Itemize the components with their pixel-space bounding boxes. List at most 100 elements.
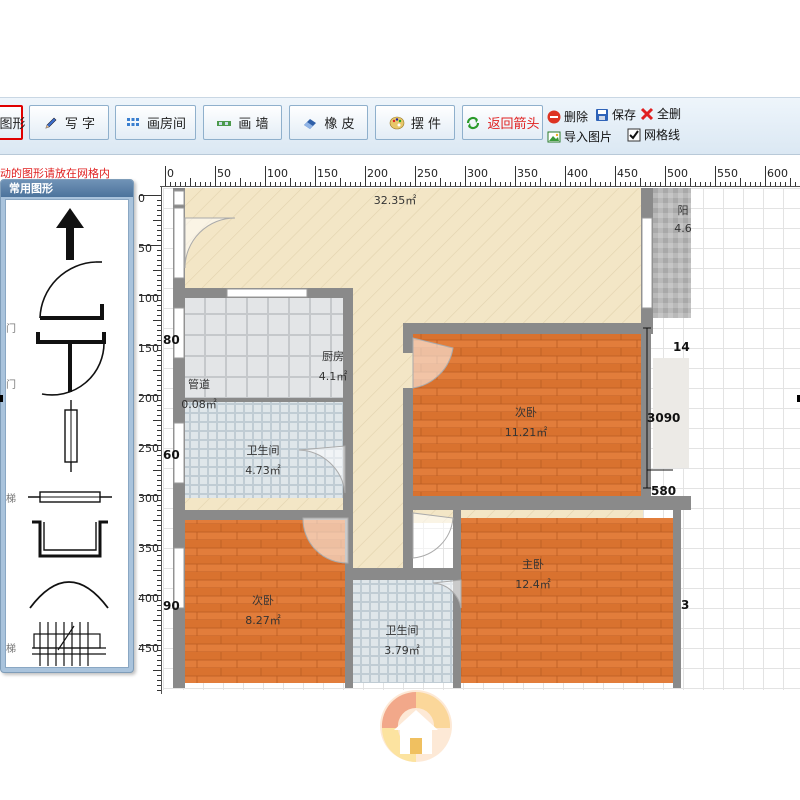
ruler-x-tick	[205, 182, 206, 186]
resize-handle[interactable]	[0, 395, 3, 402]
refresh-icon	[467, 116, 480, 129]
ruler-y-tick	[157, 425, 161, 426]
checkbox-checked-icon[interactable]	[627, 128, 641, 142]
ruler-y-tick	[157, 690, 161, 691]
ruler-x-tick	[725, 182, 726, 186]
window-horizontal-shape[interactable]	[28, 486, 112, 508]
save-button[interactable]: 保存	[595, 106, 636, 123]
ruler-x-tick	[550, 182, 551, 186]
single-door-shape[interactable]	[32, 258, 108, 322]
delete-button[interactable]: 删除	[547, 108, 588, 125]
ruler-x-tick	[500, 182, 501, 186]
ruler-x-tick	[210, 182, 211, 186]
ruler-x-tick	[295, 182, 296, 186]
ruler-x-tick	[560, 182, 561, 186]
ruler-x-tick	[290, 178, 291, 186]
dim-label: 14	[673, 340, 690, 354]
ruler-y-tick	[157, 315, 161, 316]
write-text-button[interactable]: 写 字	[29, 105, 109, 140]
ruler-y-tick	[157, 300, 161, 301]
ruler-x-tick	[515, 166, 516, 186]
pipe-name: 管道	[188, 377, 210, 391]
ruler-y-tick	[139, 345, 161, 346]
ruler-y-tick	[157, 575, 161, 576]
kitchen-name: 厨房	[322, 350, 344, 363]
ruler-y-tick	[157, 685, 161, 686]
ruler-x-tick	[325, 182, 326, 186]
ruler-x-tick	[760, 182, 761, 186]
ruler-y-tick	[157, 375, 161, 376]
ruler-y-tick	[157, 275, 161, 276]
ruler-y-tick	[157, 225, 161, 226]
ruler-y-tick	[157, 630, 161, 631]
ruler-y-tick	[139, 245, 161, 246]
ruler-x-tick	[345, 182, 346, 186]
staircase-shape[interactable]	[30, 620, 108, 668]
draw-wall-button[interactable]: 画 墙	[203, 105, 282, 140]
ruler-y-tick	[157, 365, 161, 366]
ruler-y-tick	[157, 625, 161, 626]
delete-all-button[interactable]: 全删	[640, 105, 681, 122]
ruler-y-tick	[157, 610, 161, 611]
ruler-x-tick	[535, 182, 536, 186]
ruler-x-tick	[320, 182, 321, 186]
ruler-y-tick	[139, 645, 161, 646]
bay-window-shape[interactable]	[30, 518, 110, 564]
bath2-name: 卫生间	[386, 623, 419, 637]
ruler-y-tick	[139, 495, 161, 496]
palette-side-label: 梯	[6, 494, 16, 505]
ruler-x-tick	[785, 182, 786, 186]
ruler-x-tick	[385, 182, 386, 186]
toolbar: 图形 写 字 画房间 画 墙 橡 皮 摆 件 返回箭头 删除 保存 全删 导入图…	[0, 97, 800, 155]
window-vertical-shape[interactable]	[60, 400, 82, 472]
ruler-y-tick	[157, 615, 161, 616]
ruler-x-tick	[445, 182, 446, 186]
ruler-y-tick	[139, 295, 161, 296]
ruler-y-tick	[139, 395, 161, 396]
palette-side-label: 门	[6, 380, 16, 391]
ruler-y-tick	[157, 455, 161, 456]
drawing-canvas[interactable]: 32.35㎡ 阳 4.6 厨房 4.1㎡ 管道 0.08㎡ 卫生间 4.73㎡ …	[163, 188, 800, 690]
dim-label: 580	[651, 484, 676, 498]
ruler-y-tick	[139, 195, 161, 196]
ruler-x-tick	[675, 182, 676, 186]
ruler-x-tick	[545, 182, 546, 186]
double-door-shape[interactable]	[34, 322, 110, 400]
arrow-shape[interactable]	[52, 206, 88, 262]
ruler-y-tick	[157, 340, 161, 341]
ruler-x-tick	[685, 182, 686, 186]
ruler-x-tick	[525, 182, 526, 186]
undo-arrow-label: 返回箭头	[487, 117, 540, 132]
bath1-area: 4.73㎡	[245, 464, 281, 477]
ruler-x-tick	[680, 182, 681, 186]
undo-arrow-button[interactable]: 返回箭头	[462, 105, 543, 140]
furniture-button[interactable]: 摆 件	[375, 105, 455, 140]
import-image-button[interactable]: 导入图片	[547, 128, 612, 145]
ruler-x-tick	[480, 182, 481, 186]
grid-lines-toggle[interactable]: 网格线	[627, 126, 680, 143]
ruler-y-label: 350	[138, 542, 159, 555]
furniture-label: 摆 件	[410, 117, 442, 132]
eraser-button[interactable]: 橡 皮	[289, 105, 368, 140]
draw-room-button[interactable]: 画房间	[115, 105, 196, 140]
ruler-x-tick	[470, 182, 471, 186]
save-icon	[596, 108, 608, 121]
ruler-x-tick	[770, 182, 771, 186]
shape-palette-window[interactable]: 常用图形 门 门 梯 梯	[0, 179, 134, 673]
ruler-y-label: 250	[138, 442, 159, 455]
dim-label: 3	[681, 598, 689, 612]
ruler-y-tick	[157, 265, 161, 266]
arc-wall-shape[interactable]	[26, 572, 112, 612]
bath1-name: 卫生间	[247, 443, 280, 457]
ruler-y-tick	[157, 415, 161, 416]
ruler-x-label: 600	[767, 167, 788, 180]
ruler-y-tick	[157, 475, 161, 476]
ruler-x-label: 150	[317, 167, 338, 180]
ruler-y-tick	[139, 545, 161, 546]
ruler-x-tick	[170, 182, 171, 186]
ruler-y-tick	[157, 230, 161, 231]
ruler-x-tick	[255, 182, 256, 186]
shapes-button[interactable]: 图形	[0, 105, 26, 140]
ruler-y-tick	[139, 445, 161, 446]
ruler-y-tick	[157, 335, 161, 336]
